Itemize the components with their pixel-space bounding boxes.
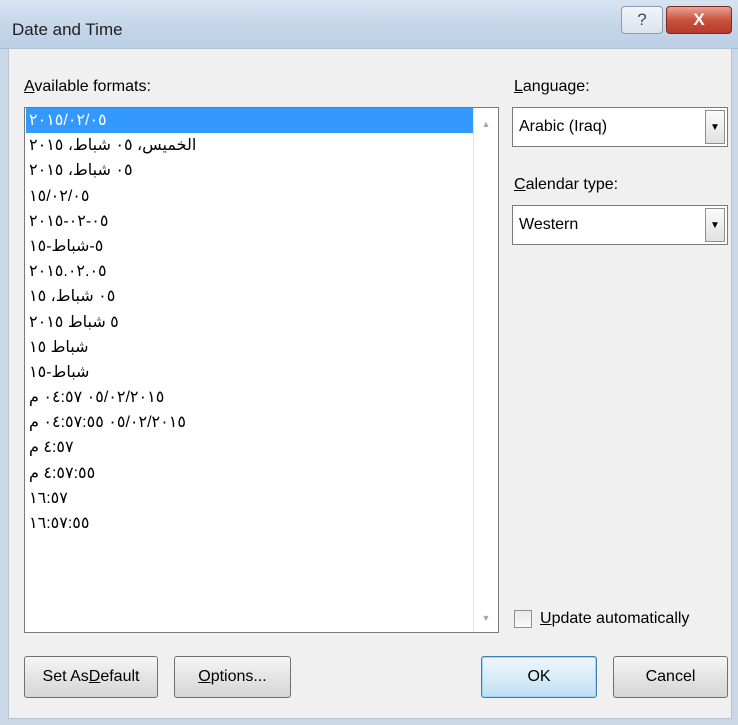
format-list-item[interactable]: شباط ١٥ bbox=[26, 335, 477, 360]
cancel-button[interactable]: Cancel bbox=[613, 656, 728, 698]
language-label: Language: bbox=[514, 78, 590, 95]
format-list-item[interactable]: ٢٠١٥.٠٢.٠٥ bbox=[26, 259, 477, 284]
chevron-down-icon[interactable]: ▼ bbox=[705, 208, 725, 242]
set-as-default-button[interactable]: Set As Default bbox=[24, 656, 158, 698]
help-icon: ? bbox=[637, 10, 647, 29]
help-button[interactable]: ? bbox=[621, 6, 663, 34]
format-list-item[interactable]: ٠٥-٠٢-٢٠١٥ bbox=[26, 209, 477, 234]
available-formats-label: Available formats: bbox=[24, 78, 151, 95]
calendar-type-select[interactable]: Western ▼ bbox=[512, 205, 728, 245]
update-automatically-checkbox[interactable] bbox=[514, 610, 532, 628]
format-list-item[interactable]: ٢٠١٥/٠٢/٠٥ bbox=[26, 108, 477, 134]
format-list-item[interactable]: ٤:٥٧ م bbox=[26, 435, 477, 460]
window-title: Date and Time bbox=[12, 20, 123, 39]
format-list-item[interactable]: ١٥/٠٢/٠٥ bbox=[26, 184, 477, 209]
update-automatically-option[interactable]: Update automatically bbox=[514, 610, 689, 628]
close-icon: X bbox=[693, 10, 705, 29]
language-value: Arabic (Iraq) bbox=[519, 118, 608, 135]
language-select[interactable]: Arabic (Iraq) ▼ bbox=[512, 107, 728, 147]
formats-list: ٢٠١٥/٠٢/٠٥ الخميس، ٠٥ شباط، ٢٠١٥ ٠٥ شباط، … bbox=[26, 108, 477, 536]
format-list-item[interactable]: ٥ شباط ٢٠١٥ bbox=[26, 310, 477, 335]
format-list-item[interactable]: ٠٥ شباط، ٢٠١٥ bbox=[26, 158, 477, 183]
update-automatically-label: Update automatically bbox=[540, 610, 690, 627]
format-list-item[interactable]: ٠٥ شباط، ١٥ bbox=[26, 284, 477, 309]
format-list-item[interactable]: ٤:٥٧:٥٥ م bbox=[26, 461, 477, 486]
format-list-item[interactable]: ٥-شباط-١٥ bbox=[26, 234, 477, 259]
vertical-scrollbar[interactable]: ▲ ▼ bbox=[473, 108, 498, 632]
ok-button[interactable]: OK bbox=[481, 656, 597, 698]
format-list-item[interactable]: شباط-١٥ bbox=[26, 360, 477, 385]
chevron-down-icon[interactable]: ▼ bbox=[705, 110, 725, 144]
format-list-item[interactable]: ٠٥/٠٢/٢٠١٥ ٠٤:٥٧:٥٥ م bbox=[26, 410, 477, 435]
calendar-type-label: Calendar type: bbox=[514, 176, 619, 193]
format-list-item[interactable]: ١٦:٥٧ bbox=[26, 486, 477, 511]
options-button[interactable]: Options... bbox=[174, 656, 291, 698]
format-list-item[interactable]: ٠٥/٠٢/٢٠١٥ ٠٤:٥٧ م bbox=[26, 385, 477, 410]
scroll-up-icon[interactable]: ▲ bbox=[474, 114, 498, 134]
scroll-down-icon[interactable]: ▼ bbox=[474, 608, 498, 628]
available-formats-listbox[interactable]: ٢٠١٥/٠٢/٠٥ الخميس، ٠٥ شباط، ٢٠١٥ ٠٥ شباط، … bbox=[24, 107, 499, 633]
close-button[interactable]: X bbox=[666, 6, 732, 34]
format-list-item[interactable]: الخميس، ٠٥ شباط، ٢٠١٥ bbox=[26, 133, 477, 158]
format-list-item[interactable]: ١٦:٥٧:٥٥ bbox=[26, 511, 477, 536]
calendar-type-value: Western bbox=[519, 216, 579, 233]
title-bar: Date and Time ? X bbox=[0, 0, 738, 49]
